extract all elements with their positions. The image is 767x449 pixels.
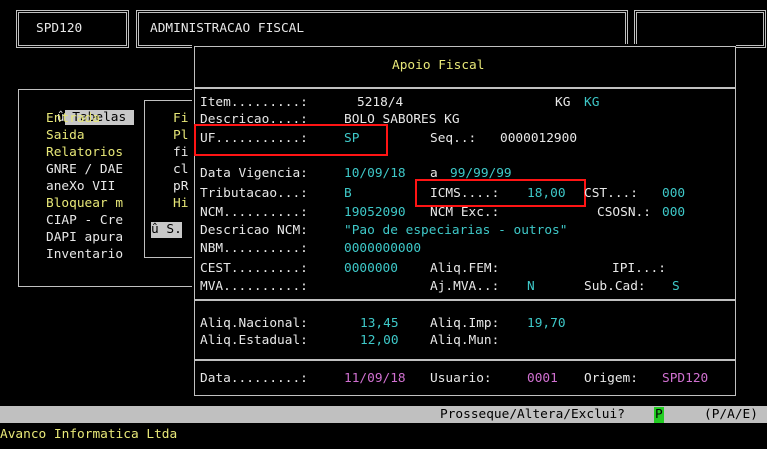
item-value[interactable]: 5218/4 bbox=[357, 95, 403, 111]
data-value: 11/09/18 bbox=[344, 371, 406, 386]
submenu-item[interactable]: cl bbox=[173, 162, 188, 178]
aliq-nacional-label: Aliq.Nacional: bbox=[200, 316, 308, 331]
nbm-label: NBM..........: bbox=[200, 241, 308, 256]
unit-value[interactable]: KG bbox=[584, 95, 599, 111]
submenu-item-selected[interactable]: û S. bbox=[151, 222, 182, 238]
ncm-exc-label: NCM Exc.: bbox=[430, 205, 500, 220]
module-title: ADMINISTRACAO FISCAL bbox=[150, 21, 305, 36]
prompt-options: (P/A/E) bbox=[704, 407, 758, 422]
aliq-nacional-value[interactable]: 13,45 bbox=[360, 316, 399, 332]
aj-mva-label: Aj.MVA..: bbox=[430, 279, 500, 294]
descricao-ncm-value: "Pao de especiarias - outros" bbox=[344, 223, 568, 238]
icms-value[interactable]: 18,00 bbox=[527, 186, 566, 202]
menu-item-label: Saida bbox=[46, 128, 85, 143]
csosn-value[interactable]: 000 bbox=[662, 205, 685, 221]
menu-item-label: Inventario bbox=[46, 247, 124, 262]
vigencia-from[interactable]: 10/09/18 bbox=[344, 166, 406, 182]
aliq-imp-value[interactable]: 19,70 bbox=[527, 316, 566, 332]
ncm-label: NCM..........: bbox=[200, 205, 308, 220]
vigencia-to[interactable]: 99/99/99 bbox=[450, 166, 512, 182]
menu-item-label: Bloquear m bbox=[46, 196, 124, 211]
nbm-value[interactable]: 0000000000 bbox=[344, 241, 421, 257]
tributacao-label: Tributacao...: bbox=[200, 186, 308, 201]
dialog-title: Apoio Fiscal bbox=[392, 58, 485, 73]
vigencia-separator: a bbox=[430, 166, 438, 181]
aliq-estadual-label: Aliq.Estadual: bbox=[200, 333, 308, 348]
cst-label: CST...: bbox=[584, 186, 638, 201]
uf-value[interactable]: SP bbox=[344, 131, 359, 147]
right-header-box bbox=[634, 10, 766, 48]
item-label: Item.........: bbox=[200, 95, 308, 110]
submenu-item[interactable]: Hi bbox=[173, 196, 188, 212]
origem-value: SPD120 bbox=[662, 371, 709, 386]
descricao-ncm-label: Descricao NCM: bbox=[200, 223, 308, 238]
aliq-mun-label: Aliq.Mun: bbox=[430, 333, 500, 348]
cest-label: CEST.........: bbox=[200, 261, 308, 276]
footer-company: Avanco Informatica Ltda bbox=[0, 427, 178, 442]
menu-item-inventario[interactable]: Inventario bbox=[46, 247, 123, 263]
submenu-item[interactable]: pR bbox=[173, 179, 188, 195]
prompt-answer-input[interactable]: P bbox=[654, 407, 664, 423]
menu-item-entrada[interactable]: Entrada bbox=[46, 111, 100, 127]
prompt-question: Prosseque/Altera/Exclui? bbox=[440, 407, 625, 422]
seq-value[interactable]: 0000012900 bbox=[500, 131, 577, 147]
program-code: SPD120 bbox=[36, 21, 83, 36]
menu-item-label: CIAP - Cre bbox=[46, 213, 124, 228]
ncm-value[interactable]: 19052090 bbox=[344, 205, 406, 221]
menu-item-dapi[interactable]: DAPI apura bbox=[46, 230, 123, 246]
submenu-item[interactable]: Fi bbox=[173, 111, 188, 127]
tributacao-value[interactable]: B bbox=[344, 186, 352, 202]
vigencia-label: Data Vigencia: bbox=[200, 166, 308, 181]
menu-item-bloquear[interactable]: Bloquear m bbox=[46, 196, 123, 212]
menu-item-anexo[interactable]: aneXo VII bbox=[46, 179, 115, 195]
uf-label: UF...........: bbox=[200, 131, 308, 146]
submenu-item[interactable]: fi bbox=[173, 145, 188, 161]
menu-item-saida[interactable]: Saida bbox=[46, 128, 85, 144]
csosn-label: CSOSN.: bbox=[597, 205, 651, 220]
menu-item-label: GNRE / DAE bbox=[46, 162, 124, 177]
sub-cad-label: Sub.Cad: bbox=[584, 279, 646, 294]
unit-label: KG bbox=[555, 95, 571, 110]
aliq-estadual-value[interactable]: 12,00 bbox=[360, 333, 399, 349]
mva-label: MVA..........: bbox=[200, 279, 308, 294]
prompt-bar bbox=[0, 406, 767, 423]
seq-label: Seq..: bbox=[430, 131, 477, 146]
menu-item-relatorios[interactable]: Relatorios bbox=[46, 145, 123, 161]
aliq-fem-label: Aliq.FEM: bbox=[430, 261, 500, 276]
menu-item-ciap[interactable]: CIAP - Cre bbox=[46, 213, 123, 229]
ipi-label: IPI...: bbox=[612, 261, 666, 276]
menu-item-label: aneXo VII bbox=[46, 179, 116, 194]
submenu-item[interactable]: Pl bbox=[173, 128, 188, 144]
menu-item-label: Relatorios bbox=[46, 145, 124, 160]
menu-item-gnre[interactable]: GNRE / DAE bbox=[46, 162, 123, 178]
sub-cad-value[interactable]: S bbox=[672, 279, 680, 295]
aj-mva-value[interactable]: N bbox=[527, 279, 535, 295]
usuario-value: 0001 bbox=[527, 371, 558, 386]
usuario-label: Usuario: bbox=[430, 371, 492, 386]
cest-value[interactable]: 0000000 bbox=[344, 261, 398, 277]
aliq-imp-label: Aliq.Imp: bbox=[430, 316, 500, 331]
data-label: Data.........: bbox=[200, 371, 308, 386]
menu-item-label: Entrada bbox=[46, 111, 100, 126]
icms-label: ICMS....: bbox=[430, 186, 500, 201]
menu-item-label: DAPI apura bbox=[46, 230, 124, 245]
cst-value[interactable]: 000 bbox=[662, 186, 685, 202]
origem-label: Origem: bbox=[584, 371, 638, 386]
